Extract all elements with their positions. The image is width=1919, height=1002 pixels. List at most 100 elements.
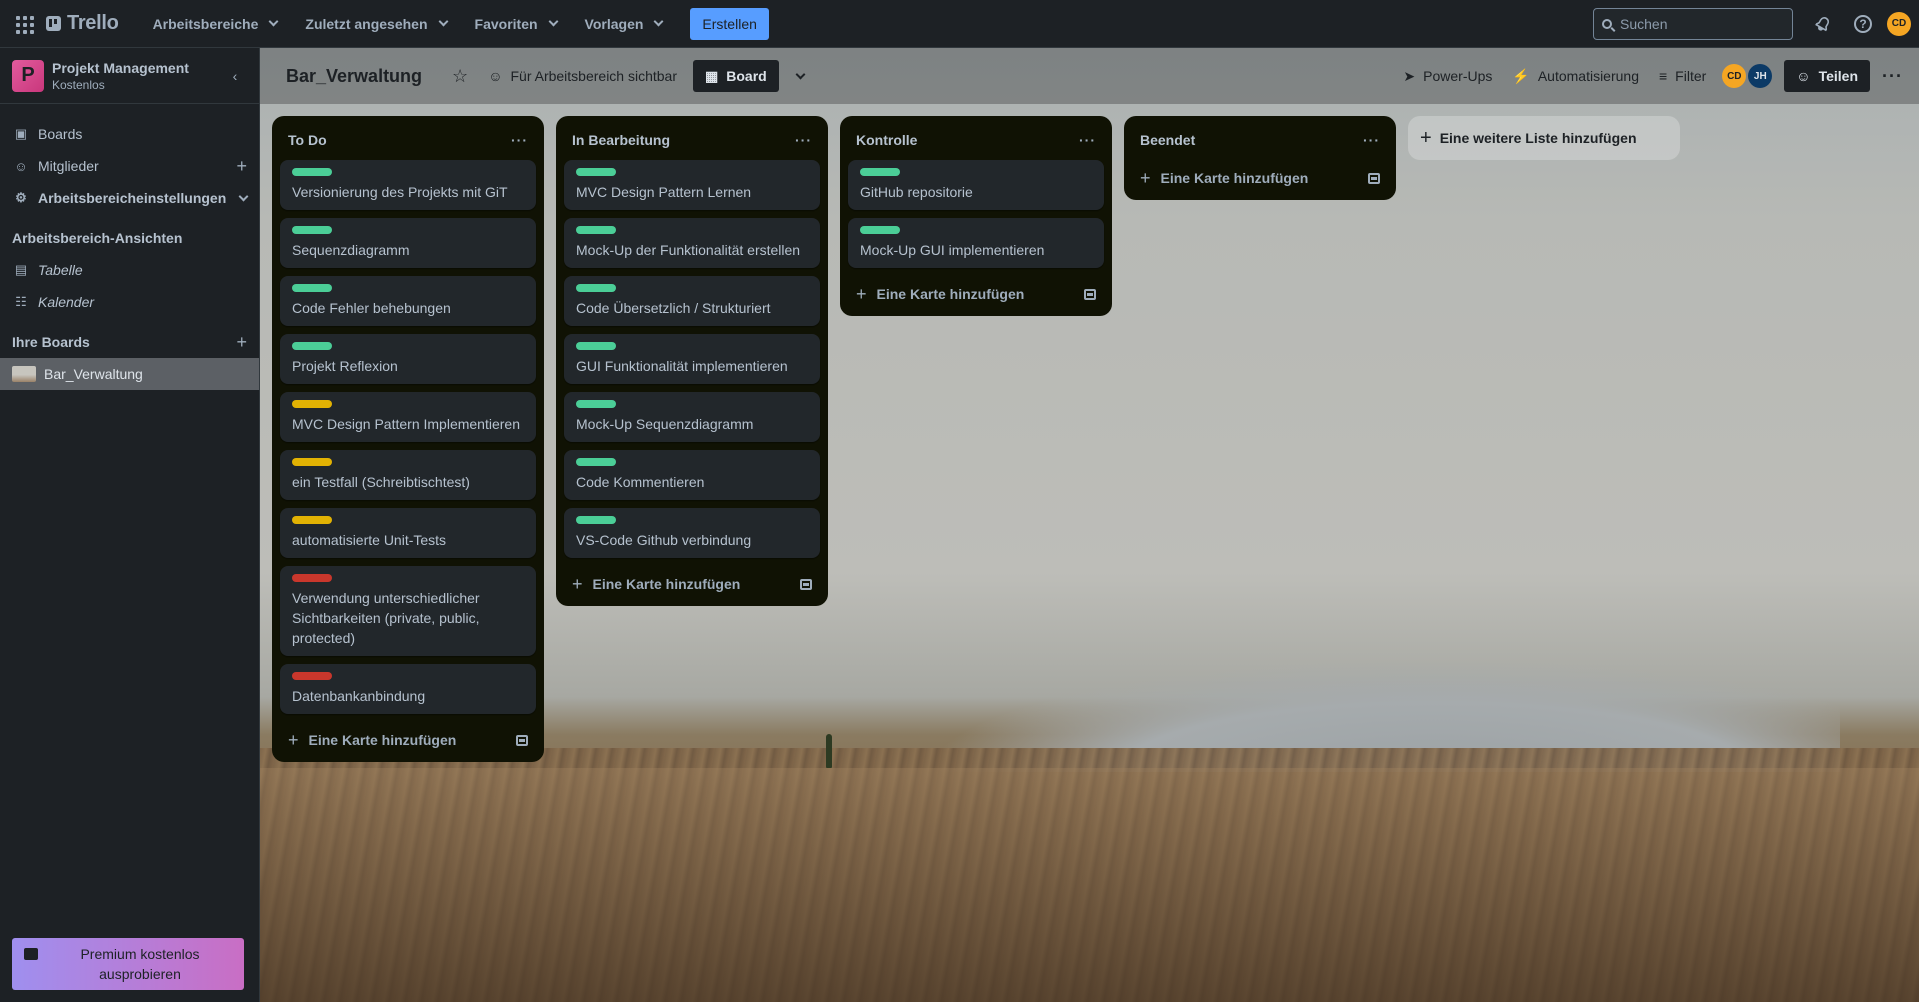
list-menu-icon[interactable]: ···: [795, 132, 812, 148]
card[interactable]: Mock-Up GUI implementieren: [848, 218, 1104, 268]
card-label[interactable]: [576, 168, 616, 176]
card-label[interactable]: [292, 574, 332, 582]
card-label[interactable]: [292, 284, 332, 292]
create-button[interactable]: Erstellen: [690, 7, 769, 40]
nav-arbeitsbereiche[interactable]: Arbeitsbereiche: [141, 8, 290, 40]
plus-icon: +: [1420, 126, 1432, 149]
list-title[interactable]: Kontrolle: [856, 132, 917, 148]
card[interactable]: VS-Code Github verbindung: [564, 508, 820, 558]
card[interactable]: GUI Funktionalität implementieren: [564, 334, 820, 384]
share-button[interactable]: ☺ Teilen: [1784, 60, 1871, 92]
app-switcher-icon[interactable]: [12, 12, 36, 36]
card-label[interactable]: [292, 672, 332, 680]
list-menu-icon[interactable]: ···: [511, 132, 528, 148]
nav-zuletzt-angesehen[interactable]: Zuletzt angesehen: [293, 8, 458, 40]
sidebar-item-mitglieder[interactable]: ☺ Mitglieder +: [0, 150, 259, 182]
card[interactable]: Verwendung unterschiedlicher Sichtbarkei…: [280, 566, 536, 656]
account-avatar[interactable]: CD: [1887, 11, 1911, 36]
plus-icon: +: [572, 573, 583, 594]
views-dropdown[interactable]: [783, 60, 815, 92]
sidebar-board-bar-verwaltung[interactable]: Bar_Verwaltung: [0, 358, 259, 390]
card[interactable]: Projekt Reflexion: [280, 334, 536, 384]
card-title: ein Testfall (Schreibtischtest): [292, 474, 470, 490]
add-card-button[interactable]: + Eine Karte hinzufügen: [280, 722, 536, 758]
board-menu-icon[interactable]: ···: [1874, 66, 1911, 87]
list-title[interactable]: In Bearbeitung: [572, 132, 670, 148]
trello-logo[interactable]: Trello: [46, 12, 119, 35]
automation-button[interactable]: ⚡ Automatisierung: [1504, 60, 1647, 92]
filter-button[interactable]: ≡ Filter: [1651, 60, 1714, 92]
member-avatar[interactable]: CD: [1722, 64, 1747, 88]
list-title[interactable]: To Do: [288, 132, 327, 148]
plus-icon: +: [288, 729, 299, 750]
card[interactable]: Code Übersetzlich / Strukturiert: [564, 276, 820, 326]
nav-favoriten[interactable]: Favoriten: [463, 8, 569, 40]
card-label[interactable]: [292, 400, 332, 408]
add-card-button[interactable]: + Eine Karte hinzufügen: [1132, 160, 1388, 196]
card-label[interactable]: [576, 458, 616, 466]
card[interactable]: MVC Design Pattern Lernen: [564, 160, 820, 210]
visibility-label: Für Arbeitsbereich sichtbar: [510, 68, 678, 84]
card-label[interactable]: [292, 458, 332, 466]
card[interactable]: automatisierte Unit-Tests: [280, 508, 536, 558]
card[interactable]: Mock-Up Sequenzdiagramm: [564, 392, 820, 442]
sidebar-item-boards[interactable]: ▣ Boards: [0, 118, 259, 150]
nav-vorlagen[interactable]: Vorlagen: [573, 8, 675, 40]
add-card-button[interactable]: + Eine Karte hinzufügen: [564, 566, 820, 602]
collapse-sidebar-icon[interactable]: ‹: [223, 68, 247, 84]
card[interactable]: Versionierung des Projekts mit GiT: [280, 160, 536, 210]
list-header[interactable]: Beendet ···: [1132, 124, 1388, 156]
card-label[interactable]: [292, 342, 332, 350]
member-avatar[interactable]: JH: [1748, 64, 1773, 88]
card-template-icon[interactable]: [516, 734, 528, 746]
premium-trial-button[interactable]: Premium kostenlos ausprobieren: [12, 938, 244, 990]
workspace-name[interactable]: Projekt Management: [52, 60, 189, 76]
card[interactable]: GitHub repositorie: [848, 160, 1104, 210]
add-list-button[interactable]: + Eine weitere Liste hinzufügen: [1408, 116, 1680, 160]
visibility-button[interactable]: ☺ Für Arbeitsbereich sichtbar: [480, 60, 685, 92]
card-label[interactable]: [860, 226, 900, 234]
card-label[interactable]: [576, 226, 616, 234]
list-header[interactable]: In Bearbeitung ···: [564, 124, 820, 156]
add-card-button[interactable]: + Eine Karte hinzufügen: [848, 276, 1104, 312]
card-label[interactable]: [292, 226, 332, 234]
card-title: MVC Design Pattern Lernen: [576, 184, 752, 200]
add-member-icon[interactable]: +: [236, 156, 247, 177]
add-board-icon[interactable]: +: [236, 332, 247, 353]
card-label[interactable]: [576, 284, 616, 292]
star-icon[interactable]: ☆: [452, 66, 468, 87]
card-label[interactable]: [860, 168, 900, 176]
sidebar-item-settings[interactable]: ⚙ Arbeitsbereicheinstellungen: [0, 182, 259, 214]
workspace-logo[interactable]: P: [12, 59, 44, 92]
card-template-icon[interactable]: [1368, 172, 1380, 184]
card[interactable]: ein Testfall (Schreibtischtest): [280, 450, 536, 500]
list-menu-icon[interactable]: ···: [1363, 132, 1380, 148]
card[interactable]: Code Fehler behebungen: [280, 276, 536, 326]
card-label[interactable]: [576, 342, 616, 350]
card-template-icon[interactable]: [800, 578, 812, 590]
card-label[interactable]: [292, 168, 332, 176]
notifications-button[interactable]: [1807, 8, 1839, 40]
list-header[interactable]: To Do ···: [280, 124, 536, 156]
powerups-button[interactable]: ➤ Power-Ups: [1395, 60, 1500, 92]
sidebar-item-tabelle[interactable]: ▤ Tabelle: [0, 254, 259, 286]
card-label[interactable]: [292, 516, 332, 524]
board-view-button[interactable]: ▦ Board: [693, 60, 779, 92]
help-button[interactable]: ?: [1847, 8, 1879, 40]
card[interactable]: Code Kommentieren: [564, 450, 820, 500]
card[interactable]: MVC Design Pattern Implementieren: [280, 392, 536, 442]
sidebar-item-kalender[interactable]: ☷ Kalender: [0, 286, 259, 318]
search-input[interactable]: Suchen: [1593, 7, 1793, 40]
list: Beendet ··· + Eine Karte hinzufügen: [1124, 116, 1396, 200]
card-label[interactable]: [576, 400, 616, 408]
card-template-icon[interactable]: [1084, 288, 1096, 300]
card-label[interactable]: [576, 516, 616, 524]
card[interactable]: Sequenzdiagramm: [280, 218, 536, 268]
list-title[interactable]: Beendet: [1140, 132, 1195, 148]
list-header[interactable]: Kontrolle ···: [848, 124, 1104, 156]
chevron-down-icon: [653, 16, 664, 27]
card[interactable]: Datenbankanbindung: [280, 664, 536, 714]
card[interactable]: Mock-Up der Funktionalität erstellen: [564, 218, 820, 268]
board-title[interactable]: Bar_Verwaltung: [280, 66, 428, 87]
list-menu-icon[interactable]: ···: [1079, 132, 1096, 148]
